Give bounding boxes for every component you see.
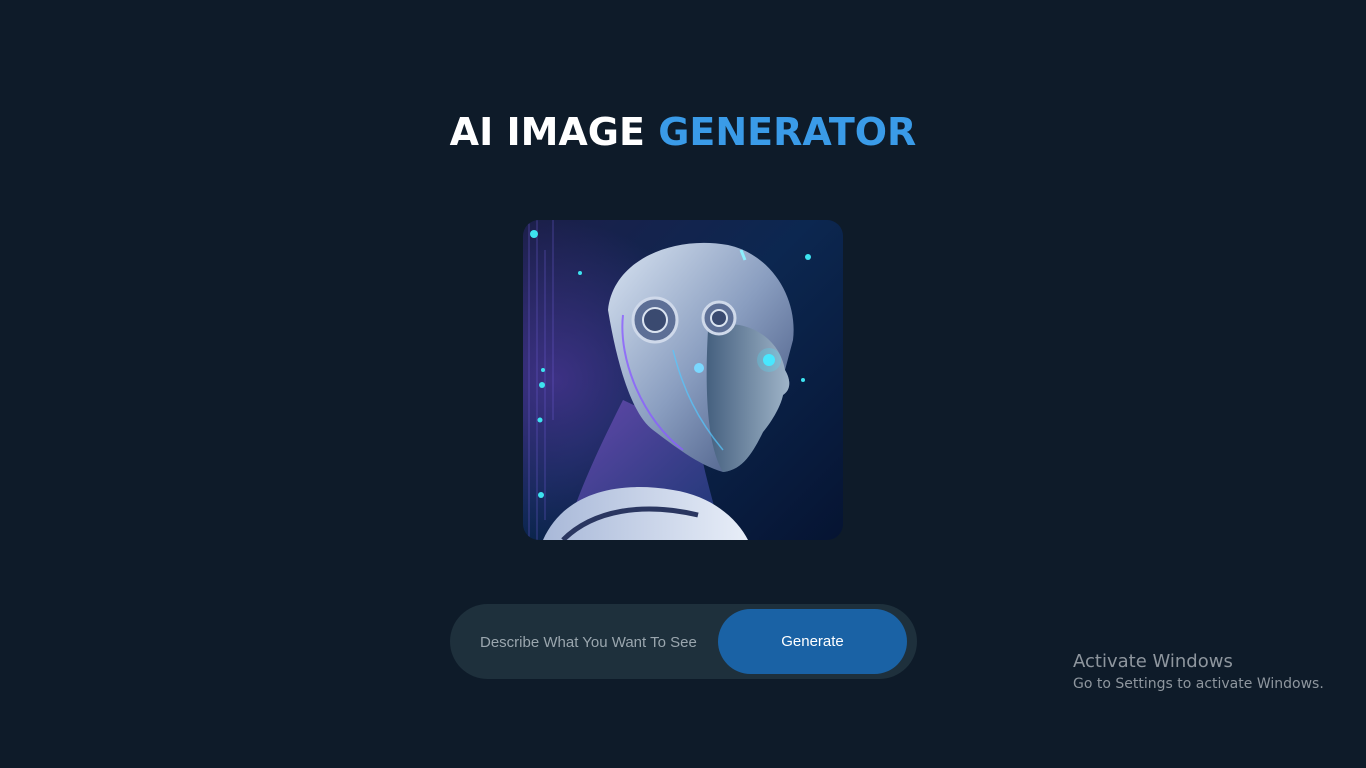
title-part-1: AI IMAGE bbox=[449, 110, 645, 154]
robot-portrait-image bbox=[523, 220, 843, 540]
watermark-title: Activate Windows bbox=[1073, 651, 1233, 672]
activate-windows-watermark: Activate Windows Go to Settings to activ… bbox=[1073, 651, 1324, 695]
app-page: AI IMAGE GENERATOR Describe What You Wan… bbox=[0, 0, 1366, 768]
generated-image bbox=[523, 220, 843, 540]
prompt-bar: Generate bbox=[450, 604, 917, 679]
prompt-input[interactable] bbox=[472, 622, 712, 662]
watermark-subtitle: Go to Settings to activate Windows. bbox=[1073, 676, 1324, 692]
page-title: AI IMAGE GENERATOR bbox=[0, 106, 1366, 158]
title-part-2: GENERATOR bbox=[658, 110, 917, 154]
generate-button[interactable]: Generate bbox=[718, 609, 907, 674]
